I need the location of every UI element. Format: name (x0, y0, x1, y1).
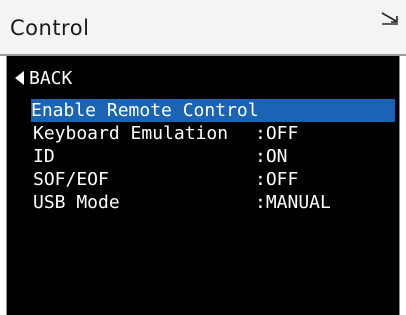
menu-item-label: Keyboard Emulation (33, 123, 229, 144)
signal-arrow-icon (381, 12, 398, 25)
page-title: Control (10, 16, 90, 40)
back-label: BACK (29, 67, 73, 89)
menu-screen: BACK Enable Remote Control Keyboard Emul… (6, 56, 400, 315)
menu-item-label: USB Mode (33, 192, 120, 213)
menu-item-value: :ON (255, 146, 288, 167)
menu-item-enable-remote-control[interactable]: Enable Remote Control (31, 99, 395, 122)
menu-item-label: SOF/EOF (33, 169, 109, 190)
device-window: Control BACK Enable Remote Control Keybo… (0, 0, 406, 315)
back-button[interactable]: BACK (15, 66, 72, 90)
menu-item-value: :OFF (255, 169, 299, 190)
title-bar: Control (0, 0, 406, 56)
menu-item-label: ID (33, 146, 55, 167)
menu-item-value: :OFF (255, 123, 299, 144)
menu-item-label: Enable Remote Control (31, 100, 259, 121)
menu-item-value: :MANUAL (255, 192, 331, 213)
triangle-left-icon (15, 71, 24, 85)
